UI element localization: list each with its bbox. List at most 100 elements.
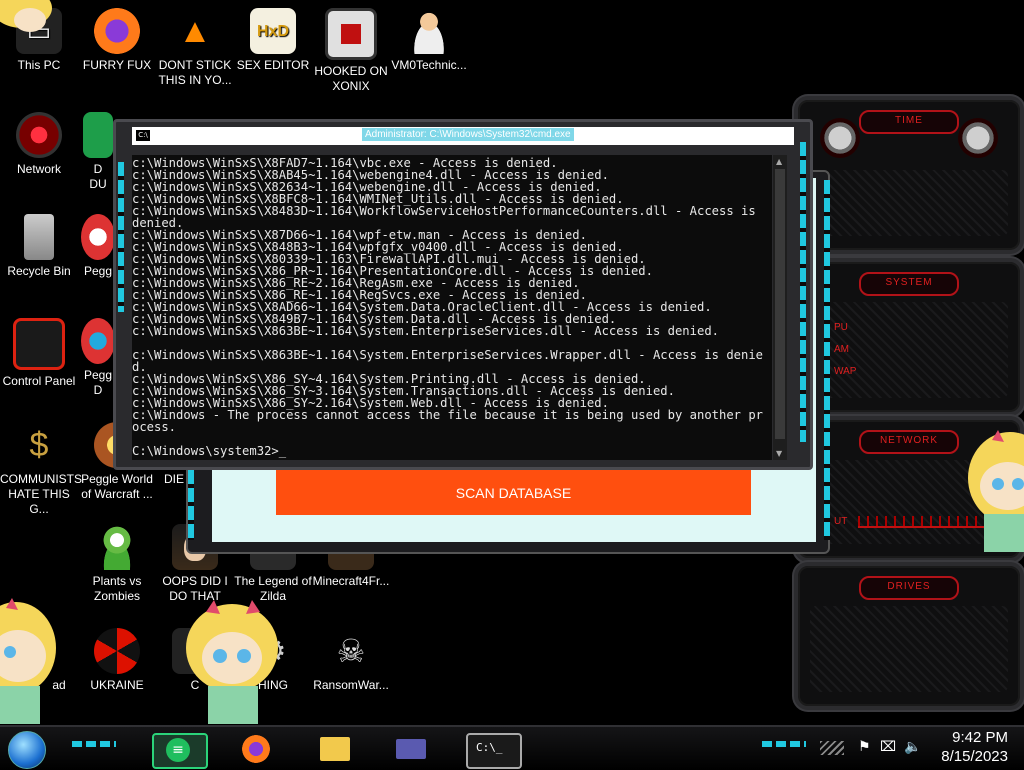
flag-icon[interactable]: ⚑ [858,739,871,755]
desktop-icon-label: COMMUNISTS HATE THIS G... [0,472,82,516]
desktop-icon-label: Minecraft4Fr... [312,574,390,588]
clock-date: 8/15/2023 [941,748,1008,765]
cmd-scrollbar-thumb[interactable] [775,169,785,439]
scan-database-button[interactable]: SCAN DATABASE [276,470,751,515]
money-bag-icon: $ [29,425,49,464]
desktop-icon-peggle[interactable]: Pegg [78,214,118,279]
desktop-icon-recycle-bin[interactable]: Recycle Bin [0,214,78,279]
cyan-accent-right [824,180,830,540]
taskbar-file-explorer-button[interactable] [310,733,362,765]
network-tray-icon[interactable]: ⌧ [880,739,896,755]
scroll-down-icon[interactable]: ▼ [776,449,782,458]
doctor-person-icon [406,8,452,54]
hxd-editor-icon: HxD [250,8,296,54]
desktop-icon-label: Network [16,162,61,176]
alien-logo-left-icon [820,118,860,158]
desktop-icon-dont-stick[interactable]: ▲ DONT STICK THIS IN YO... [156,8,234,88]
desktop-icon-label: HOOKED ON XONIX [314,64,388,93]
desktop-icon-label: UKRAINE [90,678,144,692]
desktop-icon-label: Control Panel [2,374,76,388]
desktop-icon-control-panel[interactable]: Control Panel [0,318,78,389]
cmd-app-icon: C:\ [136,130,150,141]
firefox-icon [94,8,140,54]
drives-panel-title: DRIVES [859,576,959,600]
cartoon-girl-sticker-right [968,430,1024,552]
desktop-icon-ransomware[interactable]: ☠ RansomWar... [312,628,390,693]
desktop-icon-sex-editor[interactable]: HxD SEX EDITOR [234,8,312,73]
swap-label: WAP [834,366,857,377]
clock-time: 9:42 PM [952,729,1008,746]
control-panel-icon [396,739,426,759]
alien-logo-right-icon [958,118,998,158]
radiation-icon [94,628,140,674]
cpu-label: PU [834,322,848,333]
cmd-title-bar[interactable]: C:\ Administrator: C:\Windows\System32\c… [132,127,794,145]
desktop-icon-plants-vs-zombies[interactable]: Plants vs Zombies [78,524,156,604]
cmd-scrollbar[interactable]: ▲ ▼ [773,155,787,460]
desktop-icon-label: Recycle Bin [7,264,71,278]
folder-icon [320,737,350,761]
cmd-output-text: c:\Windows\WinSxS\X8FAD7~1.164\vbc.exe -… [132,156,764,458]
desktop-icon-ukraine[interactable]: UKRAINE [78,628,156,693]
notes-app-icon: ≡ [166,738,190,762]
cmd-console-output[interactable]: c:\Windows\WinSxS\X8FAD7~1.164\vbc.exe -… [132,155,772,460]
cartoon-girl-sticker-top-left [0,0,52,32]
ram-label: AM [834,344,849,355]
cyan-accent-taskbar-left [72,741,116,747]
cyan-accent-taskbar-right [762,741,806,747]
desktop-icon-communists[interactable]: $ COMMUNISTS HATE THIS G... [0,422,82,517]
cartoon-girl-sticker-bottom-left [0,598,56,724]
network-out-label: UT [834,516,848,527]
plant-flower-icon [94,524,140,570]
skull-icon: ☠ [336,632,366,669]
desktop-icon-label: Peggle World of Warcraft ... [81,472,153,501]
desktop-icon-furry-fux[interactable]: FURRY FUX [78,8,156,73]
recycle-bin-icon [24,214,54,260]
network-panel-title: NETWORK [859,430,959,454]
desktop-icon-label: Pegg D [83,368,113,397]
taskbar: ≡ C:\_ ⚑ ⌧ 🔈 9:42 PM 8/15/2023 [0,725,1024,770]
system-tray: ⚑ ⌧ 🔈 9:42 PM 8/15/2023 [824,727,1024,770]
taskbar-firefox-button[interactable] [232,733,284,765]
cmd-icon: C:\_ [476,741,503,754]
desktop-icon-peggle-d[interactable]: Pegg D [78,318,118,398]
taskbar-control-panel-button[interactable] [386,733,438,765]
volume-icon[interactable]: 🔈 [904,739,921,755]
system-panel-title: SYSTEM [859,272,959,296]
time-panel-title: TIME [859,110,959,134]
start-orb-button[interactable] [8,731,46,769]
drives-panel: DRIVES [794,562,1024,710]
time-panel-grid [810,170,1008,236]
scroll-up-icon[interactable]: ▲ [776,157,782,166]
network-globe-icon [16,112,62,158]
cartoon-girl-sticker-bottom-center [186,600,278,724]
desktop-icon-vm0technic[interactable]: VM0Technic... [390,8,468,73]
desktop-icon-hooked-on-xonix[interactable]: HOOKED ON XONIX [312,8,390,94]
cmd-window[interactable]: C:\ Administrator: C:\Windows\System32\c… [113,119,813,470]
control-panel-icon [13,318,65,370]
desktop-icon-label: DONT STICK THIS IN YO... [158,58,232,87]
desktop-icon-label: RansomWar... [313,678,389,692]
clock[interactable]: 9:42 PM 8/15/2023 [941,728,1008,766]
taskbar-cmd-button[interactable]: C:\_ [466,733,522,769]
desktop-icon-label: D DU [89,162,107,191]
desktop-icon-label: Plants vs Zombies [92,574,142,603]
peggle-ball-icon [81,318,115,364]
cyan-accent-left [188,470,194,540]
vlc-cone-icon: ▲ [178,11,212,50]
green-app-icon [83,112,113,158]
desktop-icon-network[interactable]: Network [0,112,78,177]
desktop-icon-label: Pegg [83,264,113,278]
desktop-icon-label: SEX EDITOR [236,58,310,72]
cmd-window-title: Administrator: C:\Windows\System32\cmd.e… [362,128,574,141]
desktop-icon-partial-d[interactable]: D DU [78,112,118,192]
firefox-icon [242,735,270,763]
desktop-icon-label: VM0Technic... [391,58,467,72]
cyan-accent-cmd-right [800,142,806,442]
drives-panel-grid [810,606,1008,692]
desktop-icon-label: This PC [17,58,61,72]
taskbar-notes-app-button[interactable]: ≡ [152,733,208,769]
peggle-ball-icon [81,214,115,260]
cyan-accent-cmd-left [118,162,124,312]
desktop-icon-label: FURRY FUX [82,58,152,72]
